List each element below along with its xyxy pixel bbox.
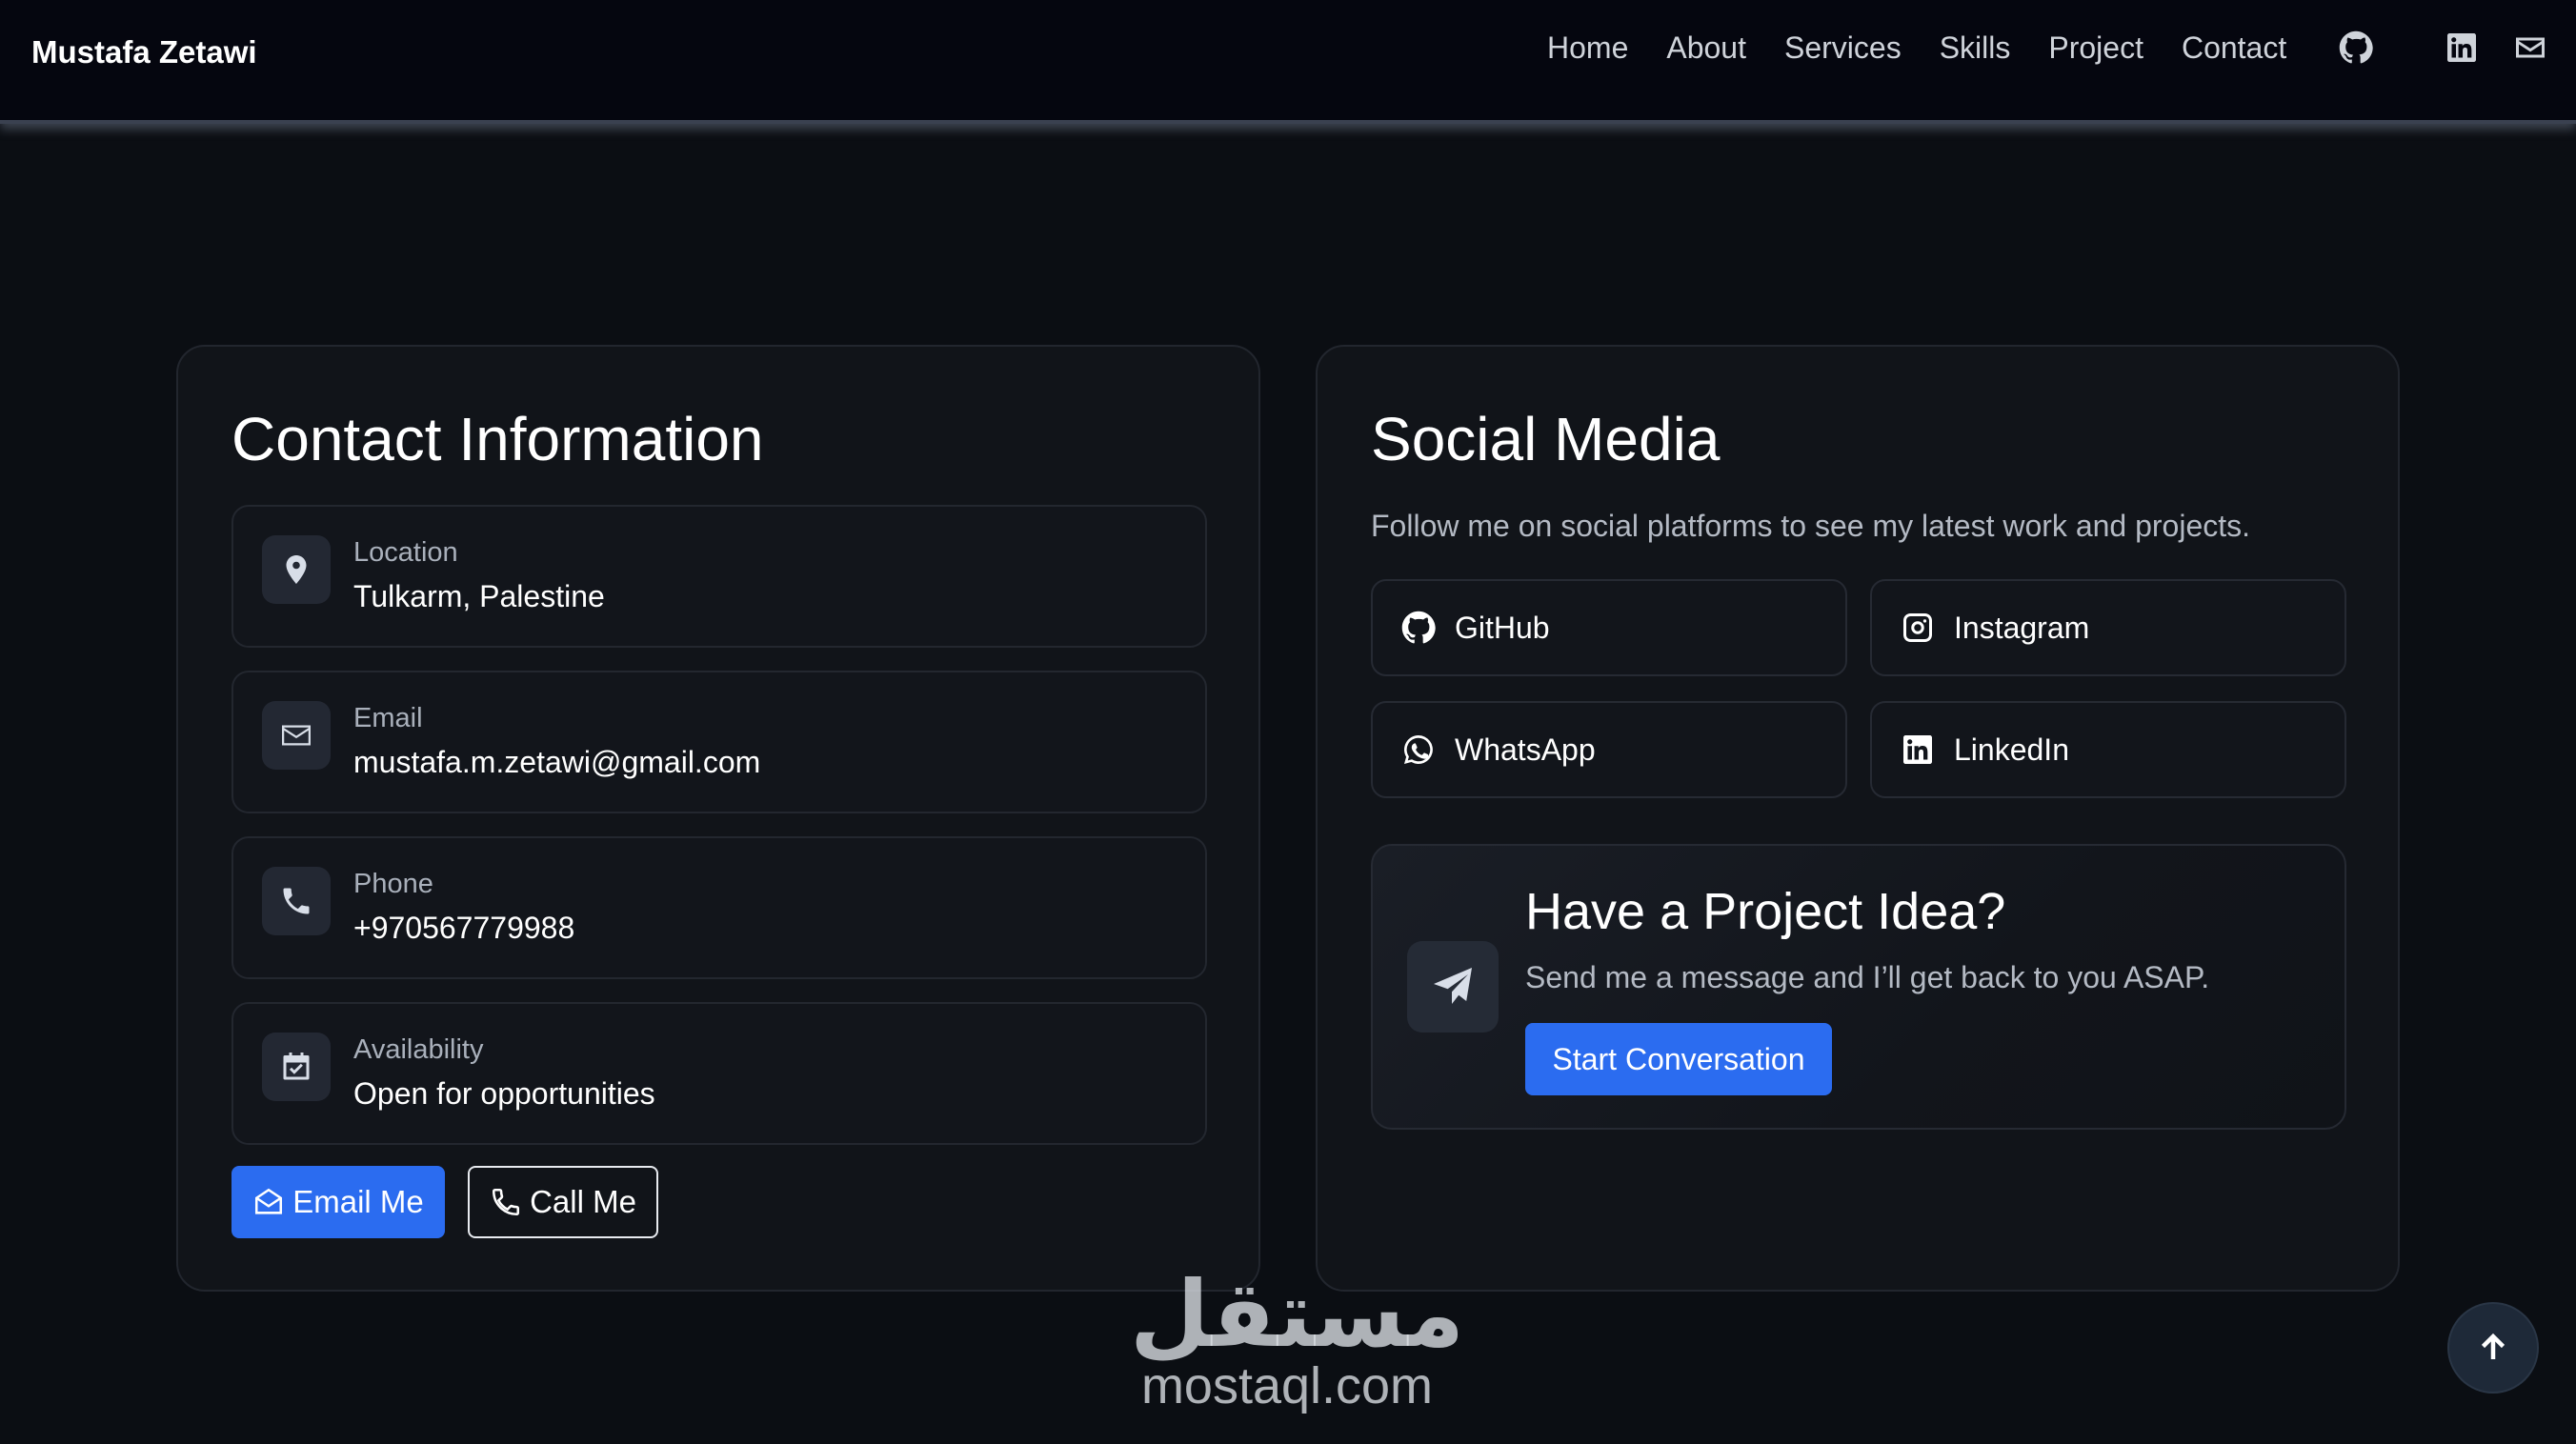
nav-link-home[interactable]: Home (1547, 29, 1628, 67)
social-description: Follow me on social platforms to see my … (1371, 509, 2251, 543)
project-subtitle: Send me a message and I’ll get back to y… (1525, 960, 2210, 994)
phone-value[interactable]: +970567779988 (353, 911, 574, 946)
contact-title: Contact Information (231, 405, 764, 473)
watermark-domain: mostaql.com (1140, 1357, 1434, 1414)
call-me-label: Call Me (530, 1184, 636, 1219)
github-icon[interactable] (2339, 30, 2373, 65)
project-idea-box: Have a Project Idea? Send me a message a… (1371, 844, 2346, 1130)
social-card: Social Media Follow me on social platfor… (1316, 345, 2400, 1292)
contact-item-location: Location Tulkarm, Palestine (231, 505, 1207, 648)
contact-card: Contact Information Location Tulkarm, Pa… (176, 345, 1260, 1292)
nav-links: Home About Services Skills Project Conta… (1547, 29, 2324, 67)
navbar: Mustafa Zetawi Home About Services Skill… (0, 0, 2576, 124)
email-me-label: Email Me (292, 1184, 424, 1219)
start-conversation-button[interactable]: Start Conversation (1525, 1023, 1832, 1095)
location-value: Tulkarm, Palestine (353, 579, 605, 613)
contact-item-availability: Availability Open for opportunities (231, 1002, 1207, 1145)
phone-outline-icon (493, 1188, 520, 1216)
envelope-open-icon (255, 1188, 283, 1214)
social-button-linkedin[interactable]: LinkedIn (1870, 701, 2346, 798)
instagram-icon (1903, 613, 1932, 642)
envelope-icon (262, 701, 331, 770)
availability-value: Open for opportunities (353, 1076, 655, 1111)
phone-icon (262, 867, 331, 935)
call-me-button[interactable]: Call Me (468, 1166, 658, 1238)
contact-item-email: Email mustafa.m.zetawi@gmail.com (231, 671, 1207, 813)
phone-label: Phone (353, 869, 433, 899)
github-icon (1401, 611, 1436, 644)
nav-link-skills[interactable]: Skills (1940, 29, 2011, 67)
nav-link-about[interactable]: About (1666, 29, 1746, 67)
linkedin-icon (1903, 735, 1932, 764)
social-button-github[interactable]: GitHub (1371, 579, 1847, 676)
instagram-label: Instagram (1954, 610, 2090, 645)
social-button-instagram[interactable]: Instagram (1870, 579, 2346, 676)
nav-link-project[interactable]: Project (2048, 29, 2143, 67)
arrow-up-icon (2481, 1333, 2506, 1359)
email-value[interactable]: mustafa.m.zetawi@gmail.com (353, 745, 760, 780)
availability-label: Availability (353, 1034, 484, 1065)
project-title: Have a Project Idea? (1525, 883, 2006, 940)
paper-plane-icon (1407, 941, 1499, 1033)
social-button-whatsapp[interactable]: WhatsApp (1371, 701, 1847, 798)
email-icon[interactable] (2513, 30, 2547, 65)
nav-link-contact[interactable]: Contact (2182, 29, 2286, 67)
linkedin-icon[interactable] (2445, 30, 2479, 65)
email-me-button[interactable]: Email Me (231, 1166, 445, 1238)
whatsapp-icon (1404, 735, 1433, 764)
location-pin-icon (262, 535, 331, 604)
whatsapp-label: WhatsApp (1455, 732, 1596, 767)
github-label: GitHub (1455, 610, 1550, 645)
contact-item-phone: Phone +970567779988 (231, 836, 1207, 979)
linkedin-label: LinkedIn (1954, 732, 2069, 767)
nav-link-services[interactable]: Services (1784, 29, 1902, 67)
brand-logo[interactable]: Mustafa Zetawi (31, 34, 257, 70)
social-title: Social Media (1371, 405, 1721, 473)
calendar-check-icon (262, 1033, 331, 1101)
email-label: Email (353, 703, 423, 733)
location-label: Location (353, 537, 458, 568)
scroll-to-top-button[interactable] (2449, 1304, 2537, 1392)
watermark-logo: مستقل (1130, 1261, 1465, 1368)
